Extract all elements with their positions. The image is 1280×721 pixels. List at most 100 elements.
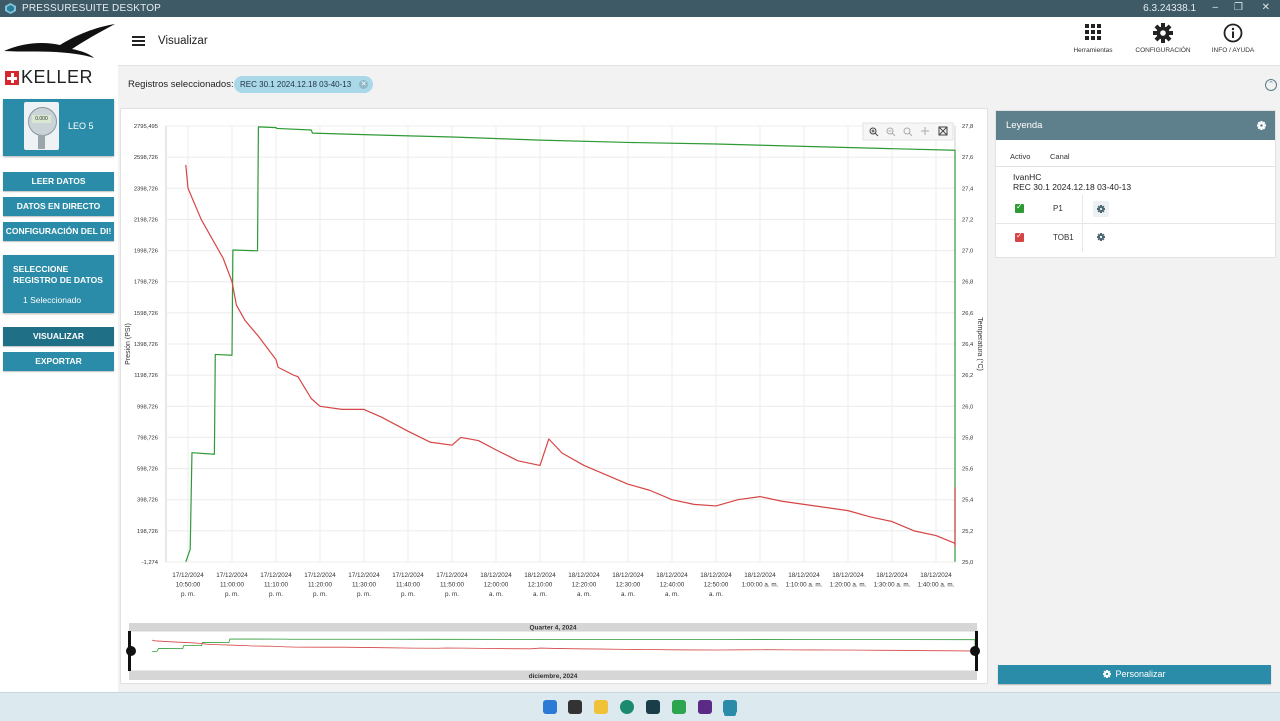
y-tick-label: 2598,726	[134, 155, 158, 161]
exportar-button[interactable]: EXPORTAR	[3, 352, 114, 371]
y-tick-label: 1198,726	[134, 373, 158, 379]
configuracion-button[interactable]: CONFIGURACIÓN	[1128, 23, 1198, 54]
y-tick-label: 998,726	[137, 404, 158, 410]
tob1-channel-name: TOB1	[1053, 233, 1074, 242]
y2-tick-label: 26,0	[962, 404, 973, 410]
x-tick-label: 18/12/2024 1:10:00 a. m.	[786, 572, 823, 589]
x-tick-label: 17/12/2024 11:40:00 p. m.	[392, 572, 424, 598]
legend-row-tob1: ✓ TOB1	[996, 224, 1275, 252]
x-tick-label: 18/12/2024 12:20:00 a. m.	[568, 572, 600, 598]
y2-tick-label: 27,2	[962, 217, 973, 223]
record-chip[interactable]: REC 30.1 2024.12.18 03-40-13 ✕	[234, 76, 374, 93]
meet-icon[interactable]	[672, 700, 686, 714]
y-tick-label: 398,726	[137, 498, 158, 504]
close-icon[interactable]: ✕	[1262, 2, 1270, 13]
x-tick-label: 18/12/2024 1:20:00 a. m.	[830, 572, 867, 589]
legend-settings-icon[interactable]	[1257, 121, 1266, 130]
file-explorer-icon[interactable]	[594, 700, 608, 714]
x-tick-label: 17/12/2024 11:50:00 p. m.	[436, 572, 468, 598]
personalizar-button[interactable]: Personalizar	[998, 665, 1271, 684]
y-tick-label: 1598,726	[134, 311, 158, 317]
p1-checkbox[interactable]: ✓	[1015, 202, 1024, 213]
y-tick-label: 2795,495	[134, 124, 158, 130]
sidebar: KELLER 0.000 LEO 5 LEER DATOS DATOS EN D…	[0, 17, 119, 692]
x-tick-label: 18/12/2024 1:30:00 a. m.	[874, 572, 911, 589]
x-tick-label: 17/12/2024 11:00:00 p. m.	[216, 572, 248, 598]
gear-icon	[1103, 670, 1112, 678]
y2-tick-label: 25,2	[962, 529, 973, 535]
device-card[interactable]: 0.000 LEO 5	[3, 99, 114, 156]
x-tick-label: 18/12/2024 12:10:00 a. m.	[524, 572, 556, 598]
device-name: LEO 5	[68, 121, 94, 131]
y2-tick-label: 27,0	[962, 249, 973, 255]
x-tick-label: 18/12/2024 12:30:00 a. m.	[612, 572, 644, 598]
navigator-top-label: Quarter 4, 2024	[530, 625, 577, 632]
zoom-toolbar	[862, 122, 954, 141]
y-tick-label: 2198,726	[134, 217, 158, 223]
legend-col-active: Activo	[1010, 152, 1031, 161]
y-tick-label: -1,274	[142, 560, 159, 566]
chip-remove-icon[interactable]: ✕	[359, 80, 369, 89]
legend-header: Leyenda	[996, 111, 1275, 140]
legend-title: Leyenda	[1006, 120, 1043, 131]
y2-tick-label: 26,4	[962, 342, 974, 348]
title-bar: PRESSURESUITE DESKTOP 6.3.24338.1 – ❐ ✕	[0, 0, 1280, 17]
gear-icon	[1153, 23, 1173, 43]
menu-icon[interactable]	[132, 36, 145, 46]
select-record-title: SELECCIONE REGISTRO DE DATOS	[13, 264, 103, 285]
edge-icon[interactable]	[620, 700, 634, 714]
y2-tick-label: 26,8	[962, 280, 973, 286]
x-tick-label: 18/12/2024 12:00:00 a. m.	[480, 572, 512, 598]
configuracion-label: CONFIGURACIÓN	[1135, 47, 1191, 54]
info-ayuda-button[interactable]: INFO / AYUDA	[1198, 23, 1268, 54]
y-tick-label: 2398,726	[134, 186, 158, 192]
legend-row-p1: ✓ P1	[996, 195, 1275, 223]
y2-tick-label: 26,6	[962, 311, 973, 317]
legend-record: REC 30.1 2024.12.18 03-40-13	[1013, 182, 1132, 192]
y2-tick-label: 26,2	[962, 373, 973, 379]
swiss-cross-icon	[5, 71, 19, 85]
datos-en-directo-button[interactable]: DATOS EN DIRECTO	[3, 197, 114, 216]
visualizar-button[interactable]: VISUALIZAR	[3, 327, 114, 346]
legend-col-channel: Canal	[1050, 152, 1070, 161]
app-icon-q[interactable]	[646, 700, 660, 714]
configuracion-dispositivo-button[interactable]: CONFIGURACIÓN DEL DI!	[3, 222, 114, 241]
task-view-icon[interactable]	[568, 700, 582, 714]
pressuresuite-taskbar-icon[interactable]	[723, 700, 737, 714]
y-axis-label: Presión (PSI)	[125, 323, 132, 365]
y2-tick-label: 27,4	[962, 186, 974, 192]
app-version: 6.3.24338.1	[1143, 3, 1196, 14]
info-icon	[1223, 23, 1243, 43]
time-navigator[interactable]: Quarter 4, 2024 diciembre, 2024	[126, 623, 980, 680]
page-title: Visualizar	[158, 35, 208, 47]
p1-channel-name: P1	[1053, 204, 1063, 213]
herramientas-button[interactable]: Herramientas	[1058, 23, 1128, 54]
legend-user: IvanHC	[1013, 172, 1042, 182]
device-image: 0.000	[24, 102, 59, 150]
x-tick-label: 17/12/2024 11:30:00 p. m.	[348, 572, 380, 598]
brand-name: KELLER	[21, 67, 94, 87]
y-tick-label: 1798,726	[134, 280, 158, 286]
tob1-checkbox[interactable]: ✓	[1015, 231, 1024, 242]
select-record-card[interactable]: SELECCIONE REGISTRO DE DATOS 1 Seleccion…	[3, 255, 114, 313]
tob1-settings-icon[interactable]	[1097, 233, 1105, 241]
header: Visualizar Herramientas CONFIGURACIÓN IN…	[118, 17, 1280, 66]
x-tick-label: 18/12/2024 1:40:00 a. m.	[918, 572, 955, 589]
y-tick-label: 798,726	[137, 435, 158, 441]
maximize-icon[interactable]: ❐	[1234, 2, 1243, 13]
x-tick-label: 18/12/2024 12:50:00 a. m.	[700, 572, 732, 598]
y2-axis-label: Temperatura (°C)	[976, 317, 984, 371]
collapse-icon[interactable]: ⌃	[1265, 79, 1277, 91]
x-tick-label: 18/12/2024 1:00:00 a. m.	[742, 572, 779, 589]
chart: -1,274 198,726 398,726 598,726 798,726 998,72…	[125, 122, 984, 680]
y2-tick-label: 25,4	[962, 498, 974, 504]
y-tick-label: 598,726	[137, 467, 158, 473]
p1-settings-button[interactable]	[1093, 201, 1109, 217]
start-icon[interactable]	[543, 700, 557, 714]
y2-tick-label: 27,6	[962, 155, 973, 161]
x-tick-label: 17/12/2024 11:20:00 p. m.	[304, 572, 336, 598]
x-tick-label: 17/12/2024 11:10:00 p. m.	[260, 572, 292, 598]
app-icon-purple[interactable]	[698, 700, 712, 714]
leer-datos-button[interactable]: LEER DATOS	[3, 172, 114, 191]
minimize-icon[interactable]: –	[1212, 2, 1218, 13]
